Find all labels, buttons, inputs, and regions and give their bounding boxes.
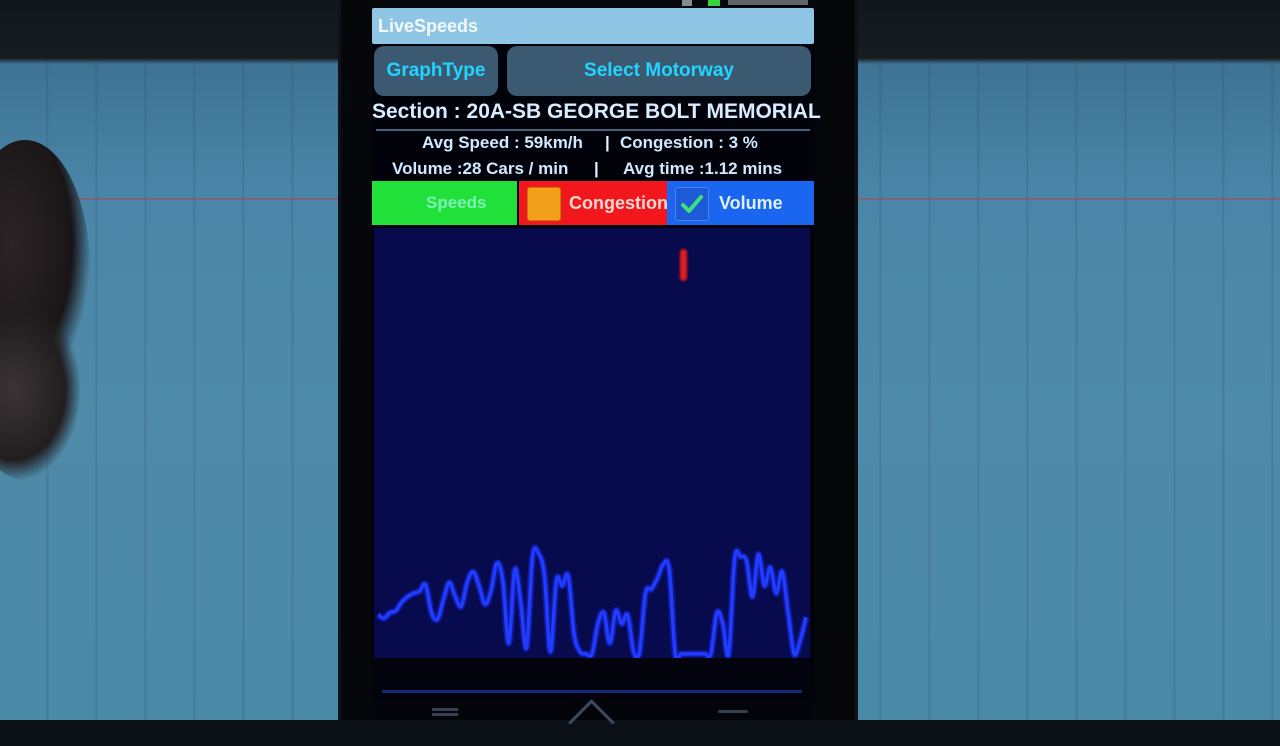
volume-checkbox[interactable] [675,187,709,221]
signal-icon [682,0,692,6]
graph-footer [374,658,810,688]
volume-chart [374,228,810,658]
app-title-bar: LiveSpeeds [372,8,814,44]
legend-toggle-speeds[interactable]: Speeds [372,181,517,225]
series-legend: Speeds Congestion Volume [372,181,814,225]
stat-separator: | [594,159,599,179]
legend-label-volume: Volume [719,193,783,214]
battery-icon [708,0,720,6]
legend-toggle-congestion[interactable]: Congestion [519,181,667,225]
menu-icon[interactable] [432,708,458,711]
select-motorway-button[interactable]: Select Motorway [507,46,811,96]
paper-margin-line-right [852,198,1280,200]
congestion-checkbox[interactable] [527,187,561,221]
stat-separator: | [605,133,610,153]
app-title: LiveSpeeds [378,16,478,37]
graph-type-button[interactable]: GraphType [374,46,498,96]
section-divider [376,129,810,131]
status-clock [728,0,808,5]
congestion-stat: Congestion : 3 % [620,133,758,153]
stats-row-1: Avg Speed : 59km/h | Congestion : 3 % [372,133,815,157]
legend-toggle-volume[interactable]: Volume [667,181,814,225]
avg-speed-stat: Avg Speed : 59km/h [422,133,583,153]
legend-label-speeds: Speeds [426,193,486,213]
avg-time-stat: Avg time :1.12 mins [623,159,782,179]
graph-baseline [382,690,802,693]
checkmark-icon [680,193,704,215]
back-icon[interactable] [718,710,748,713]
section-label: Section : 20A-SB GEORGE BOLT MEMORIAL [372,98,815,128]
stats-row-2: Volume :28 Cars / min | Avg time :1.12 m… [372,159,815,183]
volume-stat: Volume :28 Cars / min [392,159,568,179]
legend-label-congestion: Congestion [569,193,668,214]
